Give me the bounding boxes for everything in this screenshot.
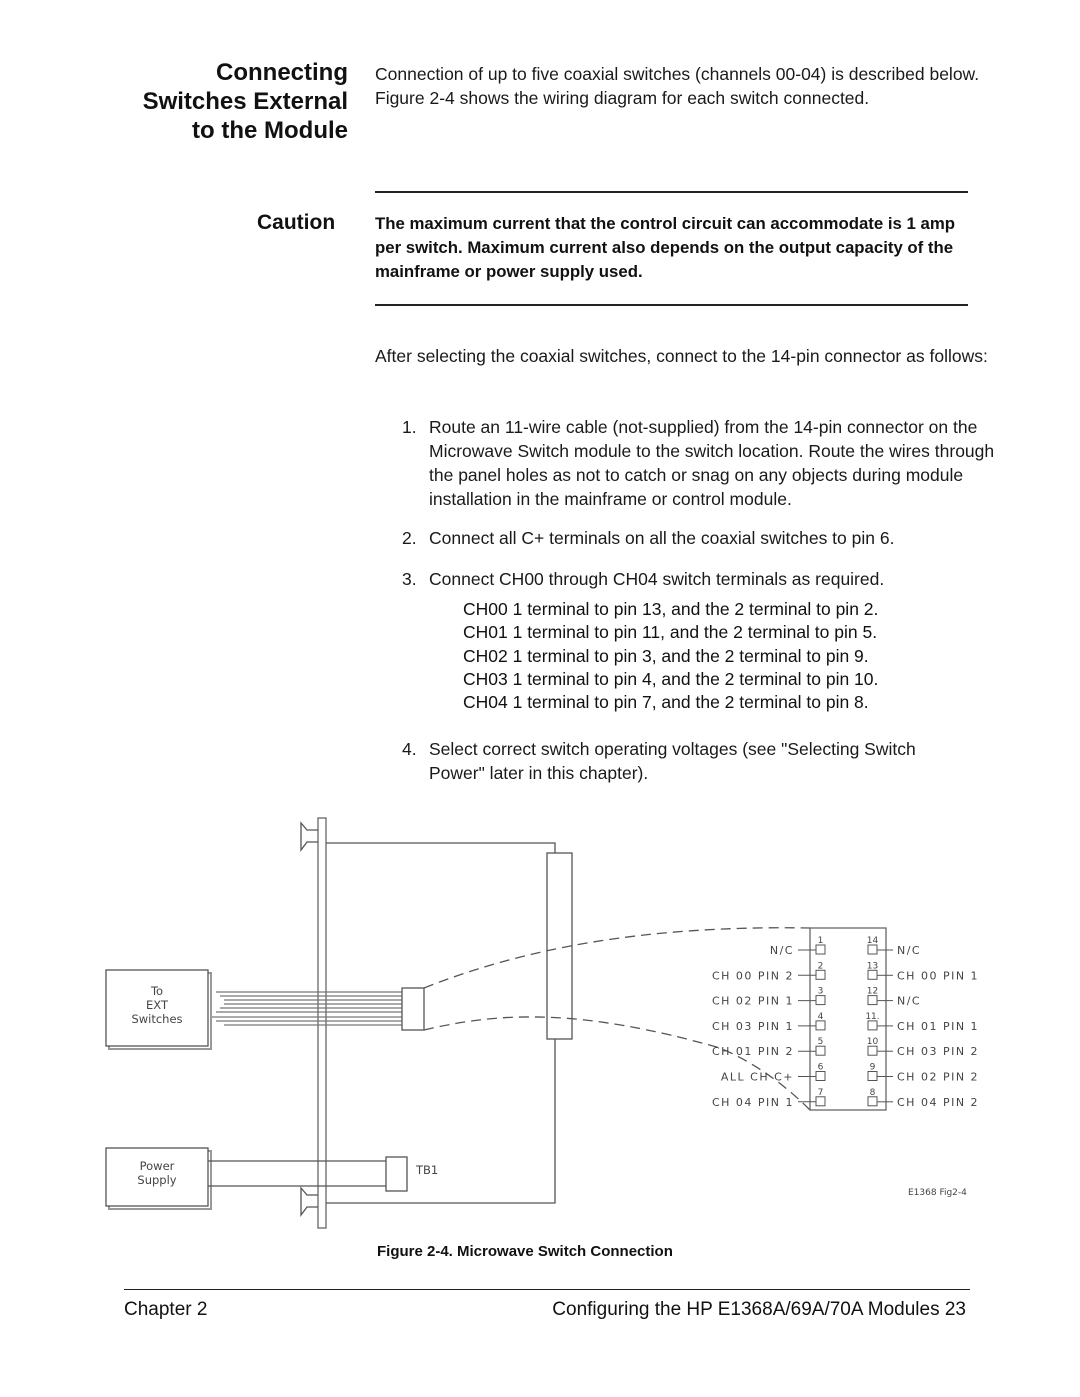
tb1-terminal-block xyxy=(385,1156,408,1192)
pin-label: CH 01 PIN 1 xyxy=(897,1020,979,1033)
pin-label: ALL CH C+ xyxy=(721,1071,794,1084)
module-wire-bottom xyxy=(326,1039,556,1204)
pin-terminal xyxy=(867,969,878,980)
pin-label: CH 04 PIN 2 xyxy=(897,1096,979,1109)
pin-number: 6 xyxy=(818,1063,824,1073)
pin-terminal xyxy=(815,969,826,980)
pin-label: N/C xyxy=(897,995,921,1008)
pin-label: CH 04 PIN 1 xyxy=(712,1096,794,1109)
pin-terminal xyxy=(867,1020,878,1031)
pin-list: 1 N/C 2 CH 00 PIN 2 3 CH 02 PIN 1 4 CH 03 PIN 1… xyxy=(712,936,979,1109)
pin-terminal xyxy=(867,944,878,955)
pin-number: 5 xyxy=(818,1037,824,1047)
pin-number: 13 xyxy=(867,961,878,971)
panel-rail xyxy=(317,817,327,1229)
module-wire-top xyxy=(326,842,556,853)
pin-terminal xyxy=(867,1071,878,1081)
pin-number: 14 xyxy=(867,936,879,946)
ext-box-line: Switches xyxy=(131,1012,182,1026)
pin-number: 7 xyxy=(818,1088,824,1098)
pin-number: 11. xyxy=(865,1012,879,1022)
pin-label: CH 03 PIN 2 xyxy=(897,1045,979,1058)
pin-label: CH 02 PIN 2 xyxy=(897,1071,979,1084)
ext-box-line: EXT xyxy=(146,998,169,1012)
ext-box-line: To xyxy=(150,984,163,998)
pin-label: CH 01 PIN 2 xyxy=(712,1045,794,1058)
pin-number: 12 xyxy=(867,987,878,997)
pin-terminal xyxy=(815,995,826,1006)
power-box-line: Power xyxy=(140,1159,175,1173)
pin-number: 8 xyxy=(870,1088,876,1098)
pin-label: N/C xyxy=(897,944,921,957)
tb1-label: TB1 xyxy=(415,1163,438,1177)
pin-label: CH 00 PIN 2 xyxy=(712,969,794,982)
pin-label: N/C xyxy=(770,944,794,957)
top-bracket-icon xyxy=(300,821,318,852)
pin-terminal xyxy=(815,1096,826,1107)
cable-wires xyxy=(212,991,402,1026)
pin-terminal xyxy=(867,995,878,1006)
pin-number: 3 xyxy=(818,987,824,997)
pin-number: 9 xyxy=(870,1063,876,1073)
pin-number: 10 xyxy=(867,1037,879,1047)
pin-terminal xyxy=(815,1045,826,1056)
power-box-line: Supply xyxy=(137,1173,176,1187)
pin-number: 2 xyxy=(818,961,824,971)
pin-label: CH 02 PIN 1 xyxy=(712,995,794,1008)
pin-label: CH 03 PIN 1 xyxy=(712,1020,794,1033)
pin-label: CH 00 PIN 1 xyxy=(897,969,979,982)
pin-number: 4 xyxy=(818,1012,824,1022)
wiring-diagram: To EXT Switches Power Supply TB1 E1368 F… xyxy=(105,817,979,1229)
cable-end-connector xyxy=(401,987,425,1031)
pin-terminal xyxy=(815,1020,826,1031)
pin-terminal xyxy=(815,944,826,955)
pin-terminal xyxy=(867,1045,878,1056)
bottom-bracket-icon xyxy=(300,1186,318,1217)
figure-caption: Figure 2-4. Microwave Switch Connection xyxy=(377,1243,673,1260)
pin-terminal xyxy=(815,1071,826,1081)
pin-terminal xyxy=(867,1096,878,1107)
footer-rule xyxy=(124,1289,970,1290)
footer-chapter: Chapter 2 xyxy=(124,1299,208,1320)
pin-number: 1 xyxy=(818,936,824,946)
figure-id-label: E1368 Fig2-4 xyxy=(908,1188,967,1198)
footer-title-page: Configuring the HP E1368A/69A/70A Module… xyxy=(552,1299,966,1320)
